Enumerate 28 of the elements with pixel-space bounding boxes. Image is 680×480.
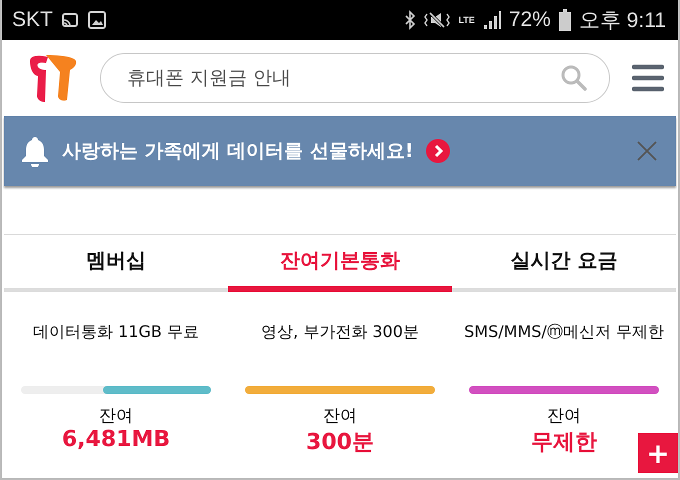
image-icon <box>86 10 107 30</box>
clock-time: 오후 9:11 <box>578 8 666 34</box>
battery-percentage: 72% <box>508 8 551 32</box>
search-field[interactable]: 휴대폰 지원금 안내 <box>100 53 610 103</box>
remaining-label: 잔여 <box>99 405 133 427</box>
chevron-right-icon[interactable] <box>426 139 450 163</box>
vibrate-mute-icon <box>424 10 450 30</box>
plan-title: 영상, 부가전화 300분 <box>261 322 419 343</box>
battery-icon <box>558 9 571 31</box>
remaining-label: 잔여 <box>547 405 581 427</box>
plan-title: SMS/MMS/ⓜ메신저 무제한 <box>464 322 664 343</box>
cast-icon <box>60 11 79 29</box>
tab[interactable]: 잔여기본통화 <box>228 235 452 292</box>
bell-icon <box>20 135 50 167</box>
banner-message[interactable]: 사랑하는 가족에게 데이터를 선물하세요! <box>62 138 414 164</box>
bluetooth-icon <box>404 10 416 30</box>
network-type: LTE <box>458 16 475 24</box>
plan-title: 데이터통화 11GB 무료 <box>33 322 199 343</box>
remaining-amount: 300분 <box>306 429 374 457</box>
tab[interactable]: 멤버십 <box>4 235 228 292</box>
signal-icon <box>482 10 501 30</box>
remaining-label: 잔여 <box>323 405 357 427</box>
remaining-amount: 6,481MB <box>62 427 170 452</box>
menu-icon[interactable] <box>632 64 664 92</box>
remaining-amount: 무제한 <box>531 429 597 457</box>
carrier-name: SKT <box>12 8 53 32</box>
tab[interactable]: 실시간 요금 <box>452 235 676 292</box>
add-button[interactable]: + <box>638 433 678 473</box>
